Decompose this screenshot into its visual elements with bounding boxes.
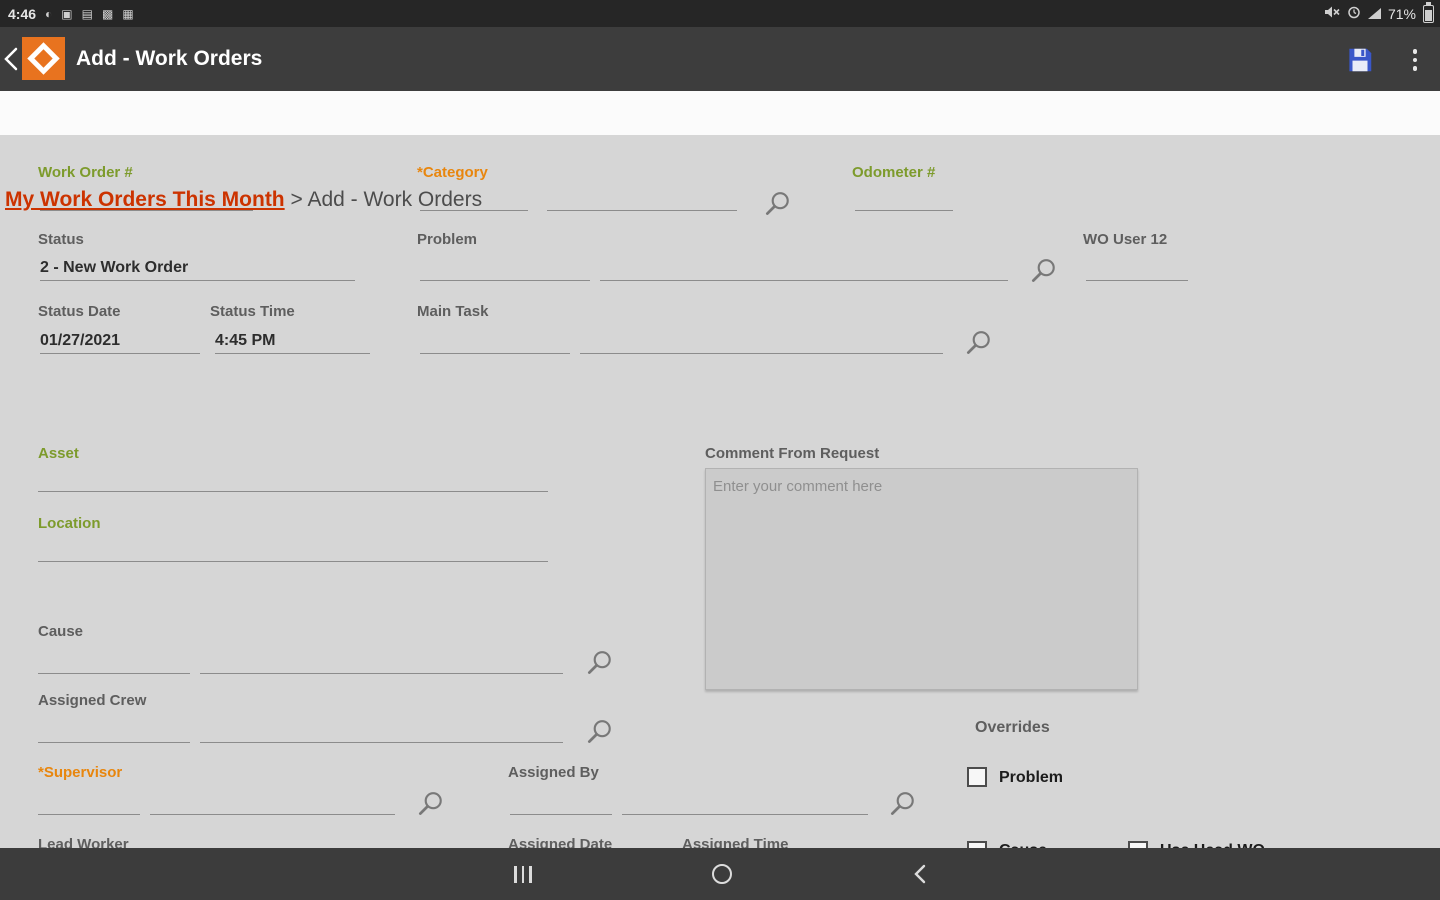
assigned-by-search-icon[interactable] [887, 790, 917, 820]
status-time-label: Status Time [210, 303, 295, 320]
clock-text: 4:46 [8, 5, 37, 22]
location-input[interactable] [38, 536, 548, 562]
nav-back-button[interactable] [890, 848, 950, 900]
battery-icon [1423, 1, 1434, 23]
problem-code-input[interactable] [420, 255, 590, 281]
sync-icon: ◐ [45, 6, 53, 21]
problem-search-icon[interactable] [1028, 257, 1058, 287]
work-order-label: Work Order # [38, 164, 133, 181]
save-button[interactable] [1345, 45, 1375, 75]
usb-icon: ▩ [101, 6, 114, 21]
overflow-menu-icon[interactable] [1404, 44, 1426, 76]
problem-label: Problem [417, 231, 478, 248]
main-task-label: Main Task [417, 303, 489, 320]
status-label: Status [38, 231, 84, 248]
overrides-label: Overrides [975, 719, 1050, 736]
nav-back-icon [914, 864, 926, 884]
work-order-app-screen: 4:46 ◐ ▣ ▤ ▩ ▦ 71% Add - Work Orders My … [0, 0, 1440, 900]
comment-box [705, 468, 1138, 690]
assigned-crew-desc-input[interactable] [200, 717, 563, 743]
main-task-desc-input[interactable] [580, 328, 943, 354]
assigned-crew-code-input[interactable] [38, 717, 190, 743]
category-search-icon[interactable] [762, 190, 792, 220]
assigned-by-desc-input[interactable] [622, 789, 868, 815]
odometer-input[interactable] [855, 185, 953, 211]
problem-override-checkbox[interactable] [967, 767, 987, 787]
problem-override-label: Problem [999, 769, 1064, 786]
status-input[interactable] [40, 255, 355, 281]
android-navigation-bar [0, 848, 1440, 900]
page-title: Add - Work Orders [76, 47, 263, 70]
supervisor-label: *Supervisor [38, 764, 123, 781]
comment-textarea[interactable] [705, 468, 1138, 690]
cause-desc-input[interactable] [200, 648, 563, 674]
assigned-by-code-input[interactable] [510, 789, 612, 815]
home-button[interactable] [692, 848, 752, 900]
category-desc-input[interactable] [547, 185, 737, 211]
app-bar: Add - Work Orders [0, 27, 1440, 91]
home-icon [712, 864, 732, 884]
odometer-label: Odometer # [852, 164, 936, 181]
status-date-label: Status Date [38, 303, 121, 320]
cause-code-input[interactable] [38, 648, 190, 674]
main-task-code-input[interactable] [420, 328, 570, 354]
battery-percent-text: 71% [1387, 5, 1416, 22]
supervisor-search-icon[interactable] [415, 790, 445, 820]
category-code-input[interactable] [420, 185, 528, 211]
cause-search-icon[interactable] [584, 649, 614, 679]
comment-from-request-label: Comment From Request [705, 445, 880, 462]
status-date-input[interactable] [40, 328, 200, 354]
back-icon[interactable] [0, 43, 24, 75]
logo-diamond-icon [27, 42, 60, 75]
screenshot-icon: ▣ [61, 6, 73, 21]
location-label: Location [38, 515, 101, 532]
breadcrumb-separator: > [290, 188, 303, 211]
volume-mute-icon [1324, 5, 1340, 22]
mobile-signal-icon [1367, 8, 1381, 19]
assigned-crew-search-icon[interactable] [584, 718, 614, 748]
main-task-search-icon[interactable] [963, 329, 993, 359]
recent-apps-icon [514, 865, 532, 883]
wo-user-label: WO User 12 [1083, 231, 1168, 248]
category-label: *Category [417, 164, 488, 181]
status-time-input[interactable] [215, 328, 370, 354]
cause-label: Cause [38, 623, 84, 640]
status-bar: 4:46 ◐ ▣ ▤ ▩ ▦ 71% [0, 0, 1440, 27]
work-order-input[interactable] [40, 185, 253, 211]
recent-apps-button[interactable] [493, 848, 553, 900]
wo-user-input[interactable] [1086, 255, 1188, 281]
supervisor-desc-input[interactable] [150, 789, 395, 815]
breadcrumb-strip: My Work Orders This Month > Add - Work O… [0, 91, 1440, 211]
sd-card-icon: ▤ [81, 6, 93, 21]
supervisor-code-input[interactable] [38, 789, 140, 815]
asset-input[interactable] [38, 466, 548, 492]
app-logo [22, 37, 65, 80]
asset-label: Asset [38, 445, 79, 462]
alarm-icon [1347, 5, 1361, 22]
problem-desc-input[interactable] [600, 255, 1008, 281]
assigned-by-label: Assigned By [508, 764, 599, 781]
assigned-crew-label: Assigned Crew [38, 692, 147, 709]
message-icon: ▦ [122, 6, 134, 21]
